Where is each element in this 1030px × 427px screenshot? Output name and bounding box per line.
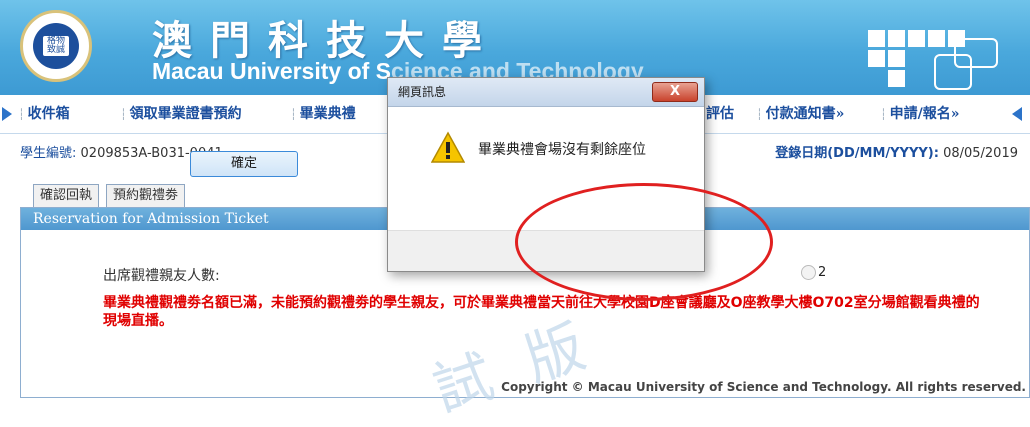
guests-radio-2[interactable]: 2 bbox=[801, 265, 826, 280]
nav-item-inbox[interactable]: ┆ 收件箱 bbox=[18, 103, 70, 123]
nav-scroll-left-icon[interactable] bbox=[2, 107, 12, 121]
warning-icon bbox=[431, 131, 465, 163]
nav-scroll-right-icon[interactable] bbox=[1012, 107, 1022, 121]
logo-book-icon: 格物 致誠 bbox=[43, 36, 69, 56]
guests-count-label: 出席觀禮親友人數: bbox=[103, 268, 220, 284]
highlight-annotation bbox=[515, 183, 773, 301]
ok-button[interactable]: 確定 bbox=[190, 151, 298, 177]
university-logo: 格物 致誠 bbox=[20, 10, 92, 82]
nav-item-application[interactable]: ┆ 申請/報名» bbox=[880, 103, 960, 123]
login-date: 登錄日期(DD/MM/YYYY): 08/05/2019 bbox=[775, 146, 1018, 161]
dialog-titlebar: 網頁訊息 X bbox=[388, 78, 704, 107]
tab-reserve-ticket[interactable]: 預約觀禮劵 bbox=[106, 184, 186, 207]
header-decoration bbox=[868, 30, 1008, 92]
nav-item-graduation-ceremony[interactable]: ┆ 畢業典禮 bbox=[290, 103, 356, 123]
nav-item-evaluation[interactable]: 評估 bbox=[706, 103, 734, 123]
nav-item-payment-notice[interactable]: ┆ 付款通知書» bbox=[756, 103, 844, 123]
dialog-close-button[interactable]: X bbox=[652, 82, 698, 102]
tab-confirmation[interactable]: 確認回執 bbox=[33, 184, 100, 207]
copyright-text: Copyright © Macau University of Science … bbox=[501, 380, 1026, 394]
radio-circle-icon[interactable] bbox=[801, 265, 816, 280]
dialog-message: 畢業典禮會場沒有剩餘座位 bbox=[478, 142, 646, 158]
dialog-title: 網頁訊息 bbox=[398, 85, 447, 99]
nav-item-diploma-booking[interactable]: ┆ 領取畢業證書預約 bbox=[120, 103, 242, 123]
